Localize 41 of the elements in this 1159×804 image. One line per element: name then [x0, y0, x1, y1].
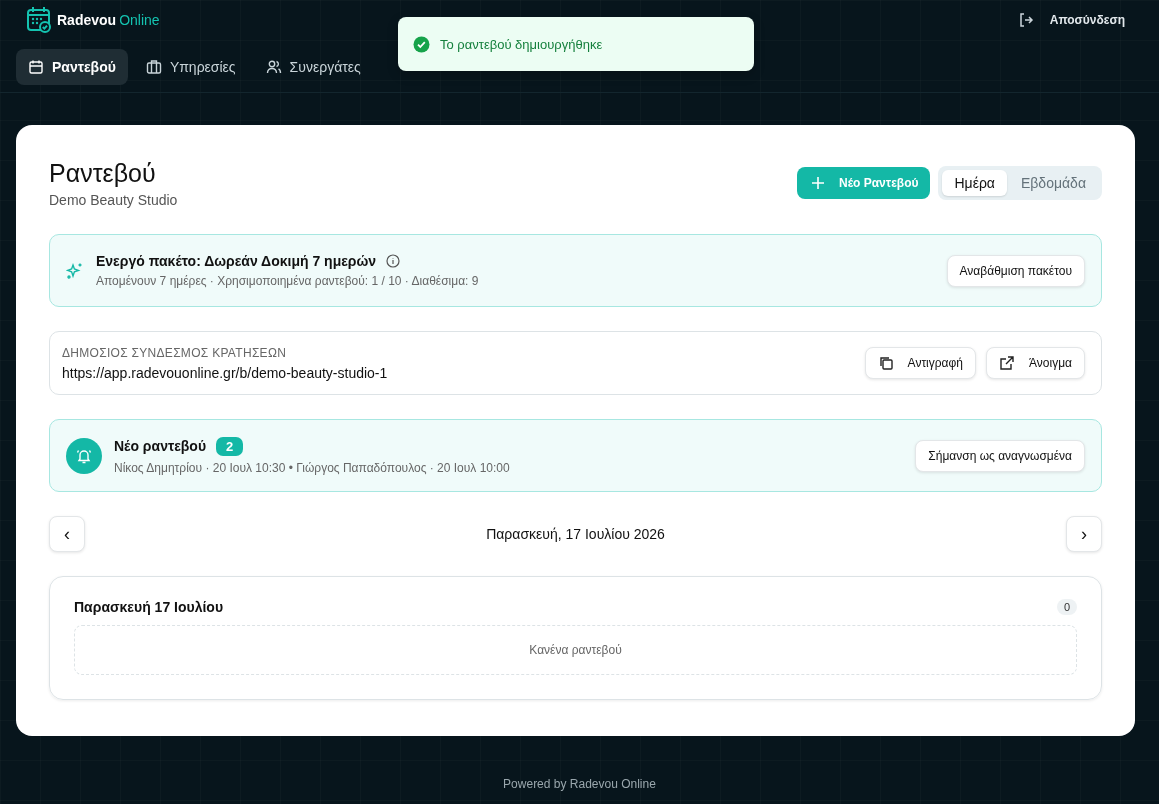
upgrade-button[interactable]: Αναβάθμιση πακέτου — [946, 254, 1085, 287]
booking-url: https://app.radevouonline.gr/b/demo-beauty-studio-1 — [62, 364, 389, 381]
day-title: Παρασκευή 17 Ιουλίου — [74, 599, 224, 615]
plus-icon — [811, 176, 825, 190]
brand-name: Radevou — [57, 12, 117, 28]
view-tab[interactable]: Ημέρα — [942, 170, 1007, 196]
previous-day-button[interactable]: ‹ — [49, 516, 85, 552]
page-subtitle: Demo Beauty Studio — [49, 192, 178, 208]
view-tab[interactable]: Εβδομάδα — [1008, 170, 1098, 196]
open-button[interactable]: Άνοιγμα — [986, 347, 1085, 379]
copy-icon — [877, 355, 894, 371]
external-link-icon — [999, 355, 1015, 371]
users-icon — [265, 59, 282, 75]
briefcase-icon — [145, 59, 162, 75]
current-date: Παρασκευή, 17 Ιουλίου 2026 — [486, 526, 665, 542]
plan-details: Απομένουν 7 ημέρες · Χρησιμοποιημένα ραντεβού: 1 / 10 · Διαθέσιμα: 9 — [96, 274, 480, 288]
toast-message: Το ραντεβού δημιουργήθηκε — [440, 36, 603, 52]
logout-button[interactable]: Αποσύνδεση — [1017, 12, 1143, 28]
booking-link-label: ΔΗΜΟΣΙΟΣ ΣΥΝΔΕΣΜΟΣ ΚΡΑΤΗΣΕΩΝ — [62, 345, 288, 360]
footer-text: Powered by Radevou Online — [502, 777, 657, 791]
brand-suffix: Online — [119, 12, 160, 28]
nav-tab[interactable]: Ραντεβού — [16, 49, 128, 85]
appointment-count: 0 — [1056, 599, 1077, 615]
calendar-icon — [28, 59, 44, 75]
copy-button[interactable]: Αντιγραφή — [864, 347, 976, 379]
info-icon — [386, 254, 401, 268]
logout-icon — [1017, 12, 1034, 28]
nav-tab[interactable]: Υπηρεσίες — [133, 49, 248, 85]
nav-tab[interactable]: Συνεργάτες — [253, 49, 373, 85]
count-badge: 2 — [216, 436, 244, 456]
next-day-button[interactable]: › — [1066, 516, 1102, 552]
notification-title: Νέο ραντεβού — [114, 438, 207, 454]
notification-details: Νίκος Δημητρίου · 20 Ιουλ 10:30 • Γιώργος Παπαδόπουλος · 20 Ιουλ 10:00 — [114, 460, 511, 475]
empty-state: Κανένα ραντεβού — [74, 625, 1077, 675]
check-circle-icon — [413, 35, 430, 53]
plan-title: Ενεργό πακέτο: Δωρεάν Δοκιμή 7 ημερών — [96, 253, 377, 269]
logo-icon — [26, 6, 52, 34]
bell-icon — [66, 437, 102, 474]
page-title: Ραντεβού — [49, 159, 157, 188]
sparkles-icon — [66, 261, 84, 280]
mark-read-button[interactable]: Σήμανση ως αναγνωσμένα — [915, 439, 1085, 472]
